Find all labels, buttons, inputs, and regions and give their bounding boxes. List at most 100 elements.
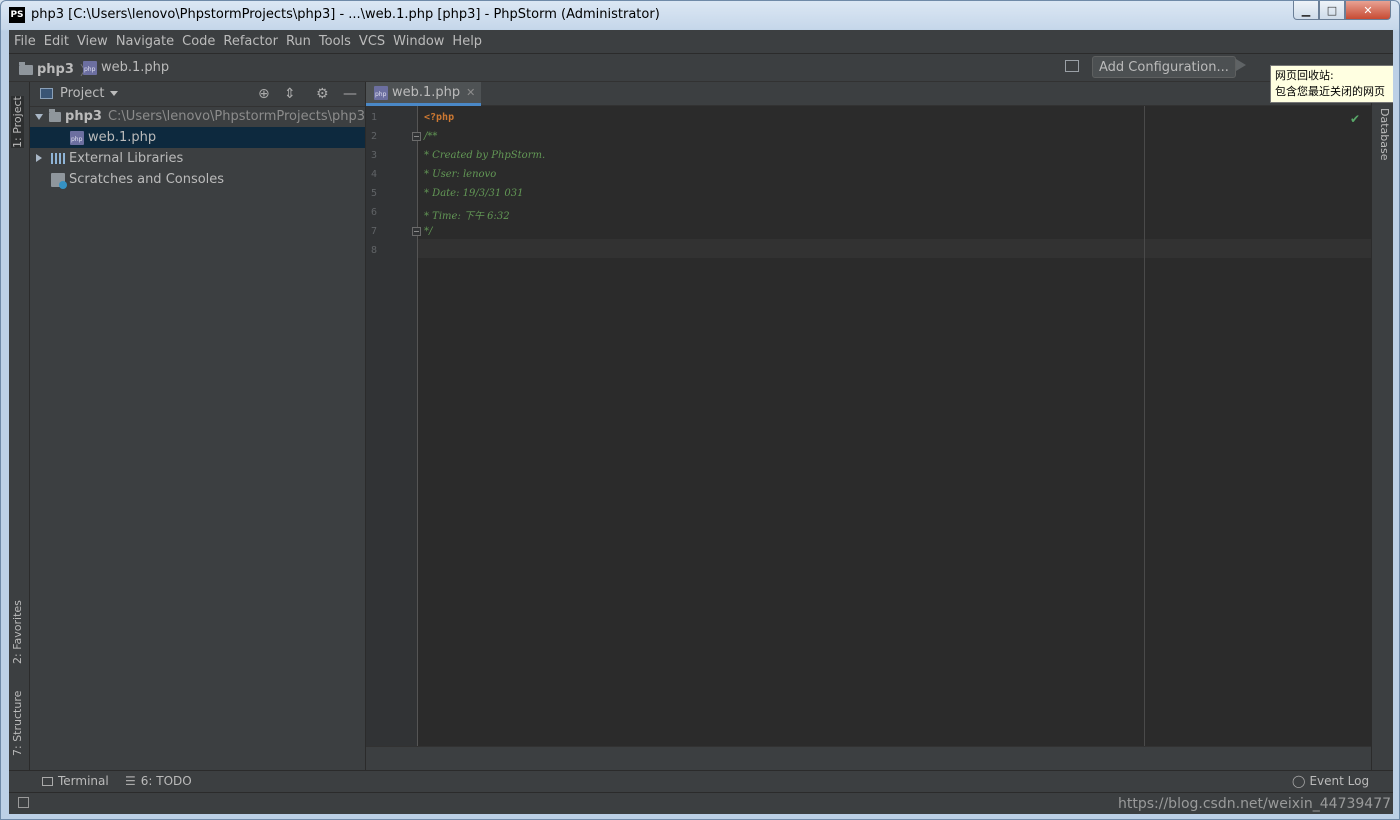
event-log-label: Event Log [1309,774,1370,788]
status-bar: https://blog.csdn.net/weixin_44739477 [9,792,1393,814]
toggle-tool-windows-icon[interactable] [18,797,29,808]
tree-item-label: External Libraries [69,151,184,166]
fold-marker-icon[interactable] [412,227,421,236]
editor-gutter: 1 2 3 4 5 6 7 8 [366,106,421,746]
tooltip-line-2: 包含您最近关闭的网页 [1275,85,1385,98]
php-file-icon [374,85,388,100]
close-tab-icon[interactable]: ✕ [466,86,475,99]
inspection-ok-icon[interactable]: ✔ [1350,112,1360,126]
php-file-icon [83,60,97,75]
menu-refactor[interactable]: Refactor [223,34,278,49]
tree-item-label: web.1.php [88,130,157,145]
collapsed-arrow-icon [36,151,48,166]
menu-vcs[interactable]: VCS [359,34,385,49]
tool-tab-structure-label: 7: Structure [11,690,24,756]
line-number: 7 [371,226,378,237]
line-number: 5 [371,188,378,199]
project-view-selector[interactable]: Project [60,86,119,101]
menu-edit[interactable]: Edit [44,34,69,49]
menu-tools[interactable]: Tools [319,34,351,49]
menu-view[interactable]: View [77,34,108,49]
line-number: 2 [371,131,378,142]
line-number: 1 [371,112,378,123]
folder-icon [19,61,33,75]
current-line-highlight [418,239,1371,258]
menu-code[interactable]: Code [182,34,215,49]
editor-tab-web1-php[interactable]: web.1.php ✕ [366,82,482,106]
code-line-1[interactable]: <?php [424,112,454,123]
collapse-all-icon[interactable]: ⇕ [284,86,296,102]
menu-help[interactable]: Help [452,34,482,49]
code-line-3[interactable]: * Created by PhpStorm. [424,150,545,161]
breadcrumb-file-label: web.1.php [101,60,170,75]
menu-file[interactable]: File [14,34,36,49]
breadcrumb-file[interactable]: web.1.php [83,60,169,75]
scratches-icon [51,172,67,189]
breadcrumb-project[interactable]: php3 〉 [19,60,93,79]
tree-item-label: Scratches and Consoles [69,172,225,187]
code-line-6[interactable]: * Time: 下午 6:32 [424,207,510,222]
locate-file-icon[interactable]: ⊕ [258,86,270,102]
code-line-4[interactable]: * User: lenovo [424,169,496,180]
code-line-2[interactable]: /** [424,131,437,142]
window-title: php3 [C:\Users\lenovo\PhpstormProjects\p… [31,7,660,22]
folder-icon [49,108,62,122]
tool-tab-database[interactable]: Database [1378,108,1391,161]
phpstorm-logo-icon: PS [9,7,25,23]
event-log-icon: ◯ [1292,774,1306,788]
minimize-button[interactable]: ▁ [1293,1,1319,20]
maximize-button[interactable]: □ [1319,1,1345,20]
editor-tabs: web.1.php ✕ [366,82,1371,106]
code-line-7[interactable]: */ [424,226,432,237]
browser-tooltip: 网页回收站: 包含您最近关闭的网页 [1270,65,1393,103]
tree-root-path: C:\Users\lenovo\PhpstormProjects\php3 [107,109,365,124]
line-number: 3 [371,150,378,161]
title-bar[interactable]: PS php3 [C:\Users\lenovo\PhpstormProject… [1,1,1399,30]
line-number: 6 [371,207,378,218]
line-number: 8 [371,245,378,256]
close-button[interactable]: ✕ [1345,1,1391,20]
tree-root-php3[interactable]: php3 C:\Users\lenovo\PhpstormProjects\ph… [30,106,365,127]
tree-item-web1-php[interactable]: web.1.php [30,127,365,148]
menu-window[interactable]: Window [393,34,444,49]
navigation-bar: php3 〉 web.1.php Add Configuration... [9,53,1393,82]
menu-navigate[interactable]: Navigate [116,34,174,49]
list-icon: ☰ [125,774,136,788]
menu-run[interactable]: Run [286,34,311,49]
todo-label: 6: TODO [140,774,192,788]
right-tool-stripe: Database [1371,82,1393,770]
gear-icon[interactable]: ⚙ [316,86,329,102]
tree-item-external-libraries[interactable]: External Libraries [30,148,365,169]
editor-area: web.1.php ✕ 1 2 3 4 5 6 7 8 <?php /** * … [366,82,1371,770]
fold-marker-icon[interactable] [412,132,421,141]
right-margin-guide [1144,106,1145,746]
project-title-label: Project [60,86,105,101]
tool-tab-structure[interactable]: 7: Structure [11,691,24,756]
library-icon [51,153,65,164]
project-panel: Project ⊕ ⇕ ⚙ — php3 C:\Users\lenovo\Php… [30,82,366,770]
tooltip-line-1: 网页回收站: [1275,69,1334,82]
tool-window-todo[interactable]: ☰ 6: TODO [125,774,192,788]
tool-tab-favorites[interactable]: 2: Favorites [11,600,24,664]
tool-window-event-log[interactable]: ◯ Event Log [1292,774,1369,788]
chevron-down-icon [110,91,119,96]
tool-tab-project[interactable]: 1: Project [11,96,24,148]
code-line-5[interactable]: * Date: 19/3/31 031 [424,188,523,199]
run-configuration-icon [1065,60,1079,72]
editor-bottom-area [366,746,1371,770]
watermark-text: https://blog.csdn.net/weixin_44739477 [1118,796,1392,812]
expand-arrow-icon [35,109,45,124]
left-tool-stripe: 1: Project 2: Favorites 7: Structure [9,82,30,770]
tree-item-scratches[interactable]: Scratches and Consoles [30,169,365,190]
run-icon[interactable] [1236,59,1246,71]
breadcrumb-project-label: php3 [37,62,74,77]
php-file-icon [70,130,84,145]
add-configuration-button[interactable]: Add Configuration... [1092,56,1236,78]
line-number: 4 [371,169,378,180]
hide-panel-icon[interactable]: — [343,86,357,102]
menu-bar: File Edit View Navigate Code Refactor Ru… [9,30,1393,53]
terminal-icon [42,776,53,786]
tool-tab-favorites-label: 2: Favorites [11,600,24,664]
tool-window-terminal[interactable]: Terminal [42,774,109,788]
ide-frame: File Edit View Navigate Code Refactor Ru… [9,30,1393,814]
